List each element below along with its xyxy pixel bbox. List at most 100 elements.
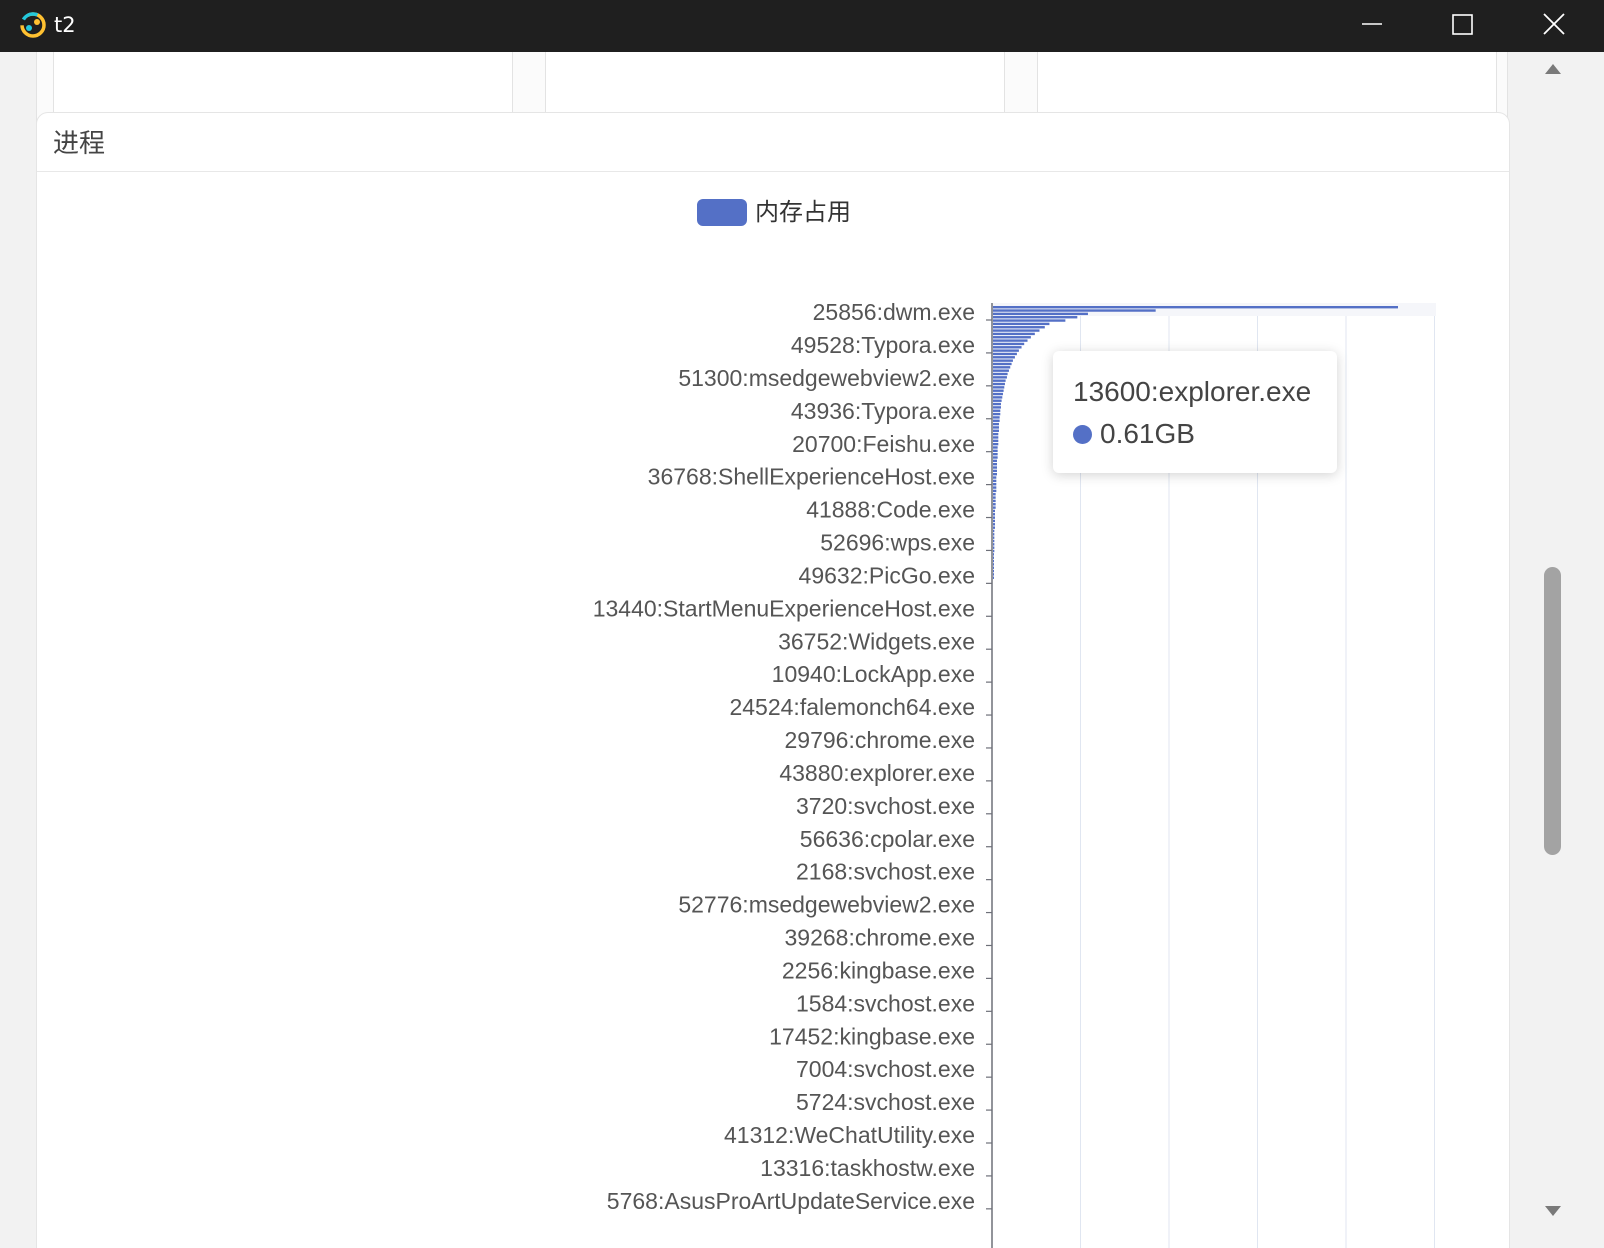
bar (993, 386, 1005, 389)
bar (993, 342, 1025, 346)
y-axis-label: 51300:msedgewebview2.exe (678, 365, 975, 391)
bar (993, 543, 995, 546)
bar (993, 506, 996, 509)
y-axis-label: 52776:msedgewebview2.exe (678, 892, 975, 918)
bar (993, 306, 1398, 309)
bar (993, 346, 1022, 349)
bar (993, 539, 995, 543)
bar (993, 576, 994, 579)
y-axis-label: 52696:wps.exe (820, 530, 975, 556)
bar (993, 319, 1066, 322)
y-axis-label: 36752:Widgets.exe (778, 628, 975, 654)
bar (993, 389, 1004, 392)
bar (993, 352, 1017, 356)
bar (993, 322, 1050, 326)
y-axis-label: 17452:kingbase.exe (769, 1023, 975, 1049)
y-axis-label: 13316:taskhostw.exe (760, 1155, 975, 1181)
bar (993, 429, 999, 432)
bar (993, 559, 994, 563)
bar (993, 496, 996, 499)
bar (993, 436, 999, 439)
scroll-up-arrow-icon[interactable] (1542, 60, 1564, 80)
y-axis-label: 2168:svchost.exe (796, 859, 975, 885)
bar (993, 332, 1035, 336)
bar (993, 493, 996, 496)
y-axis-label: 43880:explorer.exe (779, 760, 975, 786)
bar (993, 476, 997, 479)
bar (993, 469, 997, 473)
bar (993, 483, 997, 486)
bar (993, 409, 1001, 412)
tooltip-value: 0.61GB (1100, 418, 1195, 449)
bar (993, 442, 999, 446)
bar (993, 456, 998, 459)
process-memory-chart: 25856:dwm.exe 49528:Typora.exe 51300:msedg… (593, 299, 1436, 1248)
title-bar: t2 (0, 0, 1604, 52)
bar (993, 529, 995, 533)
maximize-icon (1452, 14, 1473, 35)
y-axis-label: 20700:Feishu.exe (792, 431, 975, 457)
scrollbar-thumb[interactable] (1544, 567, 1561, 855)
bar (993, 372, 1008, 376)
bar (993, 466, 997, 469)
y-axis-label: 7004:svchost.exe (796, 1056, 975, 1082)
y-axis-label: 36768:ShellExperienceHost.exe (648, 464, 975, 490)
bar (993, 419, 1000, 422)
bar (993, 366, 1011, 369)
bar (993, 412, 1001, 416)
y-axis-label: 10940:LockApp.exe (772, 661, 975, 687)
main-content: 进程 内存占用 25856:dwm.exe 49528:Typora.exe 513… (4, 52, 1578, 1248)
y-axis-label: 1584:svchost.exe (796, 990, 975, 1016)
bar (993, 362, 1012, 366)
bar (993, 402, 1001, 406)
y-axis-label: 39268:chrome.exe (784, 925, 975, 951)
bar (993, 516, 995, 519)
bar (993, 329, 1040, 332)
bar (993, 486, 997, 489)
bar (993, 406, 1001, 409)
y-axis-label: 56636:cpolar.exe (800, 826, 975, 852)
bar (993, 382, 1005, 386)
scroll-down-arrow-icon[interactable] (1542, 1202, 1564, 1222)
bar (993, 509, 995, 513)
bar (993, 446, 998, 449)
bar (993, 513, 995, 516)
y-axis-label: 3720:svchost.exe (796, 793, 975, 819)
bar (993, 499, 996, 503)
bar (993, 536, 995, 539)
bar (993, 416, 1000, 419)
app-logo-icon (20, 12, 46, 38)
bar (993, 396, 1003, 399)
bar (993, 369, 1009, 372)
bar (993, 549, 995, 553)
y-axis-label: 24524:falemonch64.exe (729, 694, 975, 720)
bar (993, 349, 1019, 352)
bar (993, 526, 995, 529)
bar (993, 356, 1015, 359)
bar (993, 336, 1031, 339)
y-axis-label: 25856:dwm.exe (813, 299, 975, 325)
y-axis-label: 41312:WeChatUtility.exe (724, 1122, 975, 1148)
maximize-button[interactable] (1418, 0, 1510, 52)
process-panel: 进程 内存占用 25856:dwm.exe 49528:Typora.exe 513… (36, 112, 1510, 1248)
tooltip-process-name: 13600:explorer.exe (1073, 376, 1312, 407)
bar (993, 553, 994, 556)
tooltip-series-marker (1073, 425, 1092, 444)
close-button[interactable] (1510, 0, 1602, 52)
minimize-icon (1362, 23, 1382, 25)
y-axis-label: 2256:kingbase.exe (782, 957, 975, 983)
bar (993, 422, 999, 426)
bar (993, 426, 999, 429)
close-icon (1543, 13, 1565, 35)
y-axis-label: 5724:svchost.exe (796, 1089, 975, 1115)
bar (993, 546, 995, 549)
bar (993, 479, 997, 483)
bar (993, 359, 1013, 362)
y-axis-label: 49528:Typora.exe (791, 332, 975, 358)
bar (993, 459, 997, 463)
minimize-button[interactable] (1326, 0, 1418, 52)
bar (993, 399, 1002, 402)
vertical-scrollbar[interactable] (1540, 52, 1568, 1248)
bar (993, 569, 994, 573)
y-axis-label: 5768:AsusProArtUpdateService.exe (607, 1188, 975, 1214)
